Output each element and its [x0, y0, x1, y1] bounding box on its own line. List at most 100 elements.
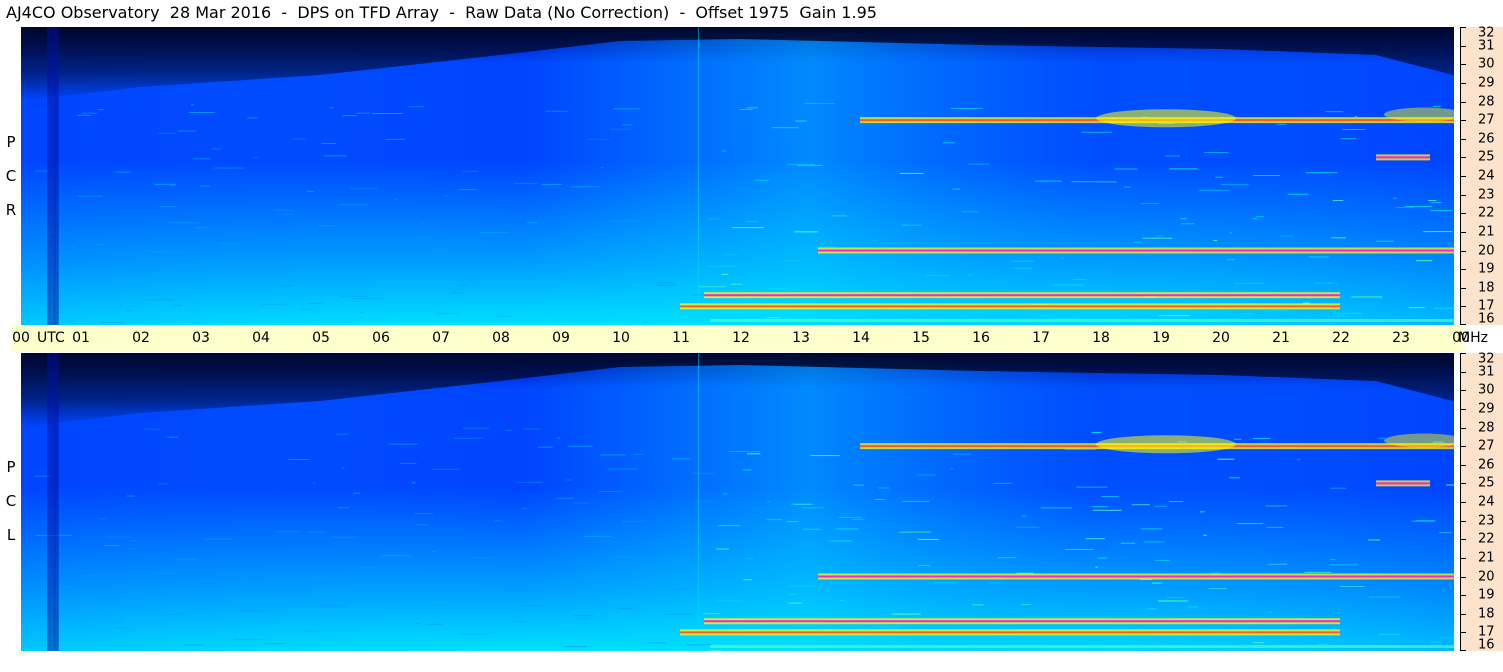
frequency-tick-label: 23 — [1478, 513, 1495, 529]
spectrogram-speckle — [1021, 515, 1026, 517]
spectrogram-speckle — [872, 240, 878, 242]
spectrogram-speckle — [662, 613, 692, 615]
frequency-tick — [1460, 82, 1466, 84]
spectrogram-speckle — [306, 190, 314, 192]
frequency-tick — [1460, 287, 1466, 289]
spectrogram-speckle — [572, 502, 589, 504]
spectrogram-speckle — [1204, 152, 1229, 154]
polarization-letter: L — [6, 526, 16, 544]
spectrogram-speckle — [72, 246, 77, 248]
polarization-letter: C — [5, 492, 17, 510]
spectrogram-speckle — [177, 130, 197, 132]
time-tick-label: 21 — [1272, 330, 1290, 346]
spectrogram-speckle — [766, 519, 783, 521]
spectrogram-speckle — [832, 215, 847, 217]
spectrogram-speckle — [1430, 201, 1443, 203]
spectrogram-speckle — [82, 112, 98, 114]
spectrogram-speckle — [1351, 296, 1383, 298]
frequency-tick-label: 30 — [1478, 382, 1495, 398]
interference-streak — [698, 353, 699, 651]
spectrogram-speckle — [1187, 606, 1199, 608]
spectrogram-speckle — [282, 213, 294, 215]
spectrogram-speckle — [707, 265, 738, 267]
frequency-tick — [1460, 539, 1466, 541]
spectrogram-speckle — [301, 308, 312, 310]
spectrogram-speckle — [1097, 557, 1108, 559]
spectrogram-speckle — [394, 198, 397, 200]
time-tick-label: 05 — [312, 330, 330, 346]
frequency-tick-label: 27 — [1478, 438, 1495, 454]
spectrogram-speckle — [253, 157, 259, 159]
time-tick-label: 16 — [972, 330, 990, 346]
spectrogram-speckle — [352, 492, 360, 494]
spectrogram-speckle — [317, 225, 335, 227]
spectrogram-speckle — [264, 643, 285, 645]
spectrogram-speckle — [997, 636, 1015, 638]
spectrogram-speckle — [338, 204, 369, 206]
spectrogram-speckle — [1228, 477, 1241, 479]
frequency-tick-label: 24 — [1478, 494, 1495, 510]
spectrogram-speckle — [67, 320, 74, 322]
frequency-tick-label: 28 — [1478, 420, 1495, 435]
frequency-tick — [1460, 632, 1466, 634]
spectrogram-speckle — [1430, 210, 1452, 212]
frequency-tick — [1460, 231, 1466, 233]
spectrogram-speckle — [1060, 257, 1064, 259]
spectrogram-speckle — [790, 503, 814, 505]
spectrogram-speckle — [658, 282, 675, 284]
spectrogram-speckle — [94, 243, 105, 245]
spectrogram-speckle — [331, 536, 355, 538]
spectrogram-speckle — [1064, 548, 1094, 550]
time-tick-label: 20 — [1212, 330, 1230, 346]
spectrogram-speckle — [1378, 437, 1385, 439]
spectrogram-speckle — [871, 626, 901, 628]
time-tick-label: 15 — [912, 330, 930, 346]
spectrogram-speckle — [1252, 437, 1271, 439]
spectrogram-speckle — [183, 644, 205, 646]
spectrogram-speckle — [643, 267, 652, 269]
spectrogram-speckle — [1053, 284, 1084, 286]
spectrogram-rcp — [21, 27, 1454, 325]
interference-streak — [698, 27, 699, 325]
spectrogram-speckle — [479, 231, 510, 233]
spectrogram-speckle — [213, 167, 246, 169]
frequency-tick-label: 20 — [1478, 569, 1495, 584]
spectrogram-speckle — [953, 453, 971, 455]
spectrogram-speckle — [1330, 487, 1347, 489]
frequency-tick — [1460, 576, 1466, 578]
spectrogram-speckle — [1073, 279, 1087, 281]
spectrogram-speckle — [556, 437, 561, 439]
spectrogram-speckle — [352, 298, 383, 300]
frequency-tick-label: 30 — [1478, 56, 1495, 72]
spectrogram-speckle — [623, 237, 636, 239]
spectrogram-speckle — [1040, 507, 1072, 509]
spectrogram-speckle — [1368, 596, 1401, 598]
spectrogram-speckle — [721, 150, 727, 152]
spectrogram-speckle — [415, 622, 421, 624]
spectrogram-speckle — [1297, 459, 1301, 461]
spectrogram-speckle — [159, 206, 176, 208]
spectrogram-speckle — [350, 568, 372, 570]
spectrogram-speckle — [1415, 520, 1436, 522]
spectrogram-speckle — [466, 280, 475, 282]
spectrogram-speckle — [838, 516, 863, 518]
spectrogram-speckle — [988, 582, 1001, 584]
spectrogram-speckle — [1133, 241, 1142, 243]
spectrogram-speckle — [1269, 611, 1272, 613]
spectrogram-speckle — [315, 604, 347, 606]
interference-streak — [51, 353, 56, 651]
signal-band-core — [818, 249, 1454, 252]
spectrogram-speckle — [114, 627, 130, 629]
spectrogram-speckle — [541, 183, 562, 185]
spectrogram-speckle — [1021, 604, 1031, 606]
spectrogram-speckle — [624, 593, 636, 595]
spectrogram-speckle — [1329, 564, 1358, 566]
spectrogram-speckle — [168, 222, 200, 224]
spectrogram-speckle — [76, 114, 91, 116]
spectrogram-speckle — [494, 520, 501, 522]
spectrogram-speckle — [458, 189, 477, 191]
spectrogram-speckle — [1169, 501, 1184, 503]
signal-band-core — [818, 575, 1454, 578]
spectrogram-speckle — [200, 185, 210, 187]
spectrogram-speckle — [115, 171, 131, 173]
